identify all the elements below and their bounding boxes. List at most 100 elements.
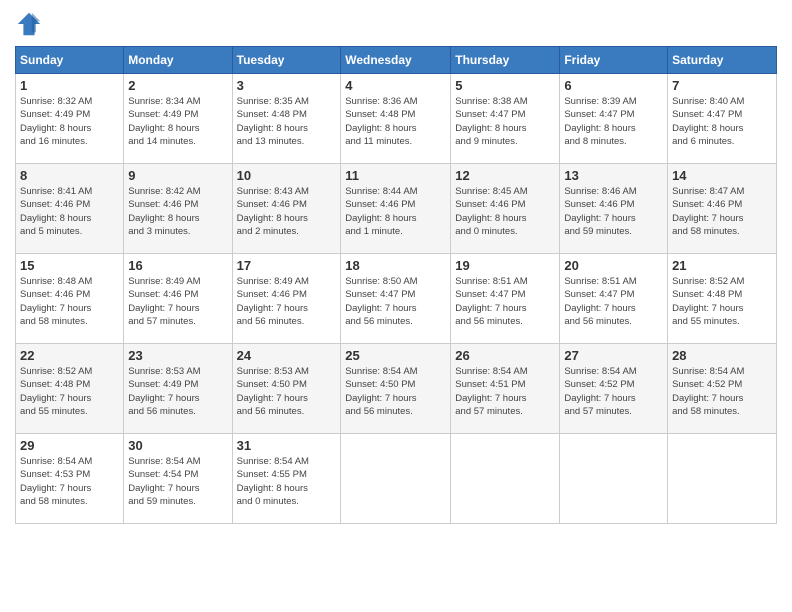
- calendar-cell: 7 Sunrise: 8:40 AM Sunset: 4:47 PM Daylig…: [668, 74, 777, 164]
- calendar-cell: 2 Sunrise: 8:34 AM Sunset: 4:49 PM Daylig…: [124, 74, 232, 164]
- calendar-cell: 6 Sunrise: 8:39 AM Sunset: 4:47 PM Daylig…: [560, 74, 668, 164]
- day-number: 30: [128, 438, 227, 453]
- day-info: Sunrise: 8:51 AM Sunset: 4:47 PM Dayligh…: [455, 275, 555, 328]
- day-info: Sunrise: 8:32 AM Sunset: 4:49 PM Dayligh…: [20, 95, 119, 148]
- day-number: 1: [20, 78, 119, 93]
- calendar-cell: 1 Sunrise: 8:32 AM Sunset: 4:49 PM Daylig…: [16, 74, 124, 164]
- calendar-cell: 4 Sunrise: 8:36 AM Sunset: 4:48 PM Daylig…: [341, 74, 451, 164]
- header: [15, 10, 777, 38]
- day-number: 28: [672, 348, 772, 363]
- weekday-header: Wednesday: [341, 47, 451, 74]
- day-info: Sunrise: 8:51 AM Sunset: 4:47 PM Dayligh…: [564, 275, 663, 328]
- day-info: Sunrise: 8:50 AM Sunset: 4:47 PM Dayligh…: [345, 275, 446, 328]
- day-info: Sunrise: 8:47 AM Sunset: 4:46 PM Dayligh…: [672, 185, 772, 238]
- calendar-cell: 28 Sunrise: 8:54 AM Sunset: 4:52 PM Dayli…: [668, 344, 777, 434]
- day-number: 22: [20, 348, 119, 363]
- calendar-cell: [341, 434, 451, 524]
- day-info: Sunrise: 8:52 AM Sunset: 4:48 PM Dayligh…: [672, 275, 772, 328]
- day-info: Sunrise: 8:53 AM Sunset: 4:49 PM Dayligh…: [128, 365, 227, 418]
- day-number: 20: [564, 258, 663, 273]
- logo-icon: [15, 10, 43, 38]
- day-number: 12: [455, 168, 555, 183]
- calendar-cell: 10Sunrise: 8:43 AM Sunset: 4:46 PM Dayli…: [232, 164, 341, 254]
- day-number: 29: [20, 438, 119, 453]
- day-number: 26: [455, 348, 555, 363]
- day-info: Sunrise: 8:52 AM Sunset: 4:48 PM Dayligh…: [20, 365, 119, 418]
- day-info: Sunrise: 8:40 AM Sunset: 4:47 PM Dayligh…: [672, 95, 772, 148]
- day-info: Sunrise: 8:54 AM Sunset: 4:50 PM Dayligh…: [345, 365, 446, 418]
- day-info: Sunrise: 8:44 AM Sunset: 4:46 PM Dayligh…: [345, 185, 446, 238]
- calendar-cell: 19 Sunrise: 8:51 AM Sunset: 4:47 PM Dayli…: [451, 254, 560, 344]
- weekday-header: Tuesday: [232, 47, 341, 74]
- day-number: 16: [128, 258, 227, 273]
- weekday-row: SundayMondayTuesdayWednesdayThursdayFrid…: [16, 47, 777, 74]
- day-info: Sunrise: 8:45 AM Sunset: 4:46 PM Dayligh…: [455, 185, 555, 238]
- day-info: Sunrise: 8:41 AM Sunset: 4:46 PM Dayligh…: [20, 185, 119, 238]
- calendar-cell: 27Sunrise: 8:54 AM Sunset: 4:52 PM Dayli…: [560, 344, 668, 434]
- calendar-header: SundayMondayTuesdayWednesdayThursdayFrid…: [16, 47, 777, 74]
- day-number: 5: [455, 78, 555, 93]
- calendar-cell: 9Sunrise: 8:42 AM Sunset: 4:46 PM Daylig…: [124, 164, 232, 254]
- calendar-cell: 30Sunrise: 8:54 AM Sunset: 4:54 PM Dayli…: [124, 434, 232, 524]
- calendar-cell: 23 Sunrise: 8:53 AM Sunset: 4:49 PM Dayli…: [124, 344, 232, 434]
- calendar-cell: 5 Sunrise: 8:38 AM Sunset: 4:47 PM Daylig…: [451, 74, 560, 164]
- day-number: 6: [564, 78, 663, 93]
- calendar-cell: 16 Sunrise: 8:49 AM Sunset: 4:46 PM Dayli…: [124, 254, 232, 344]
- calendar-cell: 8 Sunrise: 8:41 AM Sunset: 4:46 PM Daylig…: [16, 164, 124, 254]
- calendar-cell: [451, 434, 560, 524]
- day-info: Sunrise: 8:53 AM Sunset: 4:50 PM Dayligh…: [237, 365, 337, 418]
- calendar-week: 1 Sunrise: 8:32 AM Sunset: 4:49 PM Daylig…: [16, 74, 777, 164]
- day-number: 14: [672, 168, 772, 183]
- calendar-week: 15 Sunrise: 8:48 AM Sunset: 4:46 PM Dayli…: [16, 254, 777, 344]
- calendar-cell: 20 Sunrise: 8:51 AM Sunset: 4:47 PM Dayli…: [560, 254, 668, 344]
- weekday-header: Saturday: [668, 47, 777, 74]
- calendar-cell: 15 Sunrise: 8:48 AM Sunset: 4:46 PM Dayli…: [16, 254, 124, 344]
- day-info: Sunrise: 8:54 AM Sunset: 4:52 PM Dayligh…: [564, 365, 663, 418]
- day-number: 17: [237, 258, 337, 273]
- day-number: 15: [20, 258, 119, 273]
- day-info: Sunrise: 8:43 AM Sunset: 4:46 PM Dayligh…: [237, 185, 337, 238]
- day-info: Sunrise: 8:54 AM Sunset: 4:51 PM Dayligh…: [455, 365, 555, 418]
- calendar-cell: 3 Sunrise: 8:35 AM Sunset: 4:48 PM Daylig…: [232, 74, 341, 164]
- calendar-cell: 14 Sunrise: 8:47 AM Sunset: 4:46 PM Dayli…: [668, 164, 777, 254]
- day-info: Sunrise: 8:54 AM Sunset: 4:52 PM Dayligh…: [672, 365, 772, 418]
- calendar-cell: 11 Sunrise: 8:44 AM Sunset: 4:46 PM Dayli…: [341, 164, 451, 254]
- day-info: Sunrise: 8:54 AM Sunset: 4:55 PM Dayligh…: [237, 455, 337, 508]
- day-number: 4: [345, 78, 446, 93]
- day-number: 19: [455, 258, 555, 273]
- calendar-cell: [560, 434, 668, 524]
- day-info: Sunrise: 8:49 AM Sunset: 4:46 PM Dayligh…: [128, 275, 227, 328]
- day-number: 21: [672, 258, 772, 273]
- day-info: Sunrise: 8:36 AM Sunset: 4:48 PM Dayligh…: [345, 95, 446, 148]
- day-number: 2: [128, 78, 227, 93]
- day-info: Sunrise: 8:35 AM Sunset: 4:48 PM Dayligh…: [237, 95, 337, 148]
- day-number: 31: [237, 438, 337, 453]
- day-number: 18: [345, 258, 446, 273]
- day-info: Sunrise: 8:38 AM Sunset: 4:47 PM Dayligh…: [455, 95, 555, 148]
- day-info: Sunrise: 8:46 AM Sunset: 4:46 PM Dayligh…: [564, 185, 663, 238]
- calendar: SundayMondayTuesdayWednesdayThursdayFrid…: [15, 46, 777, 524]
- calendar-cell: 24 Sunrise: 8:53 AM Sunset: 4:50 PM Dayli…: [232, 344, 341, 434]
- calendar-cell: 21 Sunrise: 8:52 AM Sunset: 4:48 PM Dayli…: [668, 254, 777, 344]
- day-number: 24: [237, 348, 337, 363]
- logo: [15, 10, 47, 38]
- calendar-cell: [668, 434, 777, 524]
- calendar-cell: 12 Sunrise: 8:45 AM Sunset: 4:46 PM Dayli…: [451, 164, 560, 254]
- calendar-cell: 26 Sunrise: 8:54 AM Sunset: 4:51 PM Dayli…: [451, 344, 560, 434]
- page: SundayMondayTuesdayWednesdayThursdayFrid…: [0, 0, 792, 612]
- weekday-header: Thursday: [451, 47, 560, 74]
- calendar-body: 1 Sunrise: 8:32 AM Sunset: 4:49 PM Daylig…: [16, 74, 777, 524]
- day-info: Sunrise: 8:39 AM Sunset: 4:47 PM Dayligh…: [564, 95, 663, 148]
- day-number: 11: [345, 168, 446, 183]
- calendar-cell: 17 Sunrise: 8:49 AM Sunset: 4:46 PM Dayli…: [232, 254, 341, 344]
- day-number: 3: [237, 78, 337, 93]
- weekday-header: Monday: [124, 47, 232, 74]
- day-number: 23: [128, 348, 227, 363]
- calendar-cell: 31 Sunrise: 8:54 AM Sunset: 4:55 PM Dayli…: [232, 434, 341, 524]
- day-number: 8: [20, 168, 119, 183]
- day-info: Sunrise: 8:48 AM Sunset: 4:46 PM Dayligh…: [20, 275, 119, 328]
- calendar-cell: 29Sunrise: 8:54 AM Sunset: 4:53 PM Dayli…: [16, 434, 124, 524]
- day-info: Sunrise: 8:34 AM Sunset: 4:49 PM Dayligh…: [128, 95, 227, 148]
- day-number: 7: [672, 78, 772, 93]
- day-info: Sunrise: 8:49 AM Sunset: 4:46 PM Dayligh…: [237, 275, 337, 328]
